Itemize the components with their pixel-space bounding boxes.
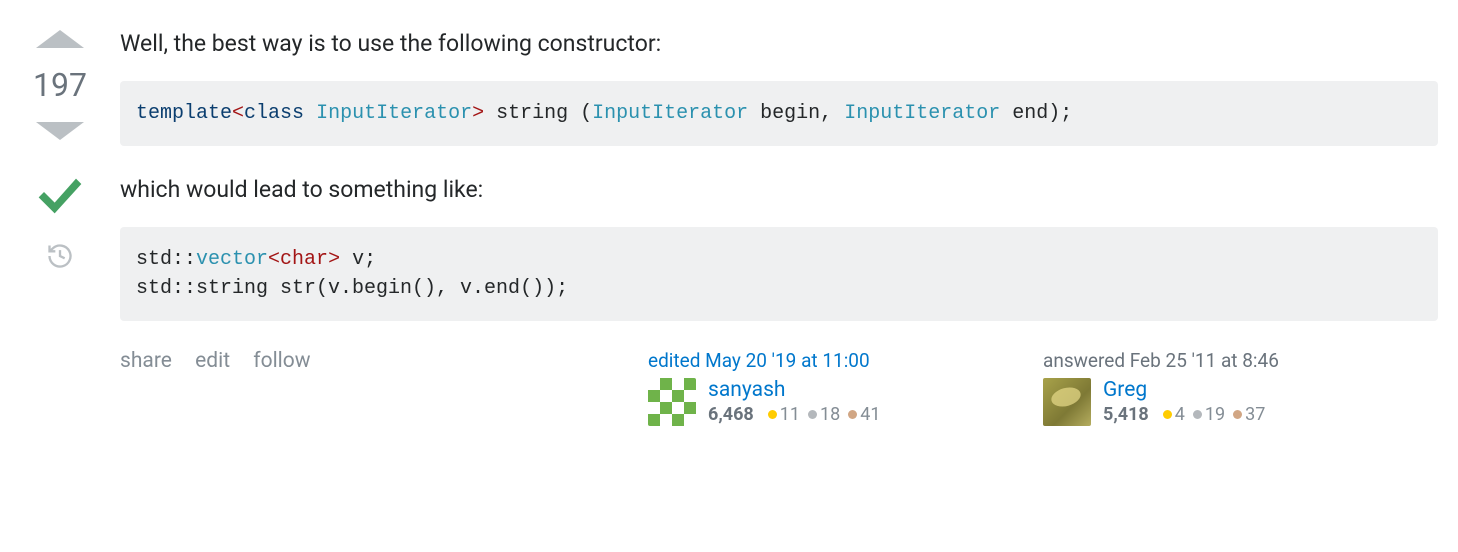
accepted-checkmark-icon bbox=[36, 168, 84, 220]
code-text: string ( bbox=[484, 102, 592, 125]
code-text: v; bbox=[340, 248, 376, 271]
code-type: vector bbox=[196, 248, 268, 271]
code-symbol: > bbox=[472, 102, 484, 125]
silver-badge-count: 19 bbox=[1205, 404, 1225, 425]
avatar[interactable] bbox=[648, 378, 696, 426]
gold-badge-count: 11 bbox=[780, 404, 800, 425]
user-stats: 5,418 4 19 37 bbox=[1103, 404, 1265, 425]
code-symbol: > bbox=[328, 248, 340, 271]
user-name-link[interactable]: sanyash bbox=[708, 378, 880, 402]
editor-card: edited May 20 '19 at 11:00 sanyash 6,468… bbox=[648, 349, 1043, 426]
code-text: std:: bbox=[136, 248, 196, 271]
bronze-badge-icon bbox=[848, 410, 857, 419]
user-stats: 6,468 11 18 41 bbox=[708, 404, 880, 425]
reputation: 5,418 bbox=[1103, 404, 1149, 425]
code-type: char bbox=[280, 248, 328, 271]
answer-body: Well, the best way is to use the followi… bbox=[120, 20, 1438, 426]
downvote-button[interactable] bbox=[36, 122, 84, 140]
post-actions: share edit follow bbox=[120, 349, 648, 373]
code-text bbox=[304, 102, 316, 125]
paragraph: which would lead to something like: bbox=[120, 174, 1438, 205]
bronze-badge-count: 41 bbox=[860, 404, 880, 425]
follow-link[interactable]: follow bbox=[253, 349, 310, 373]
post-footer: share edit follow edited May 20 '19 at 1… bbox=[120, 349, 1438, 426]
code-symbol: < bbox=[232, 102, 244, 125]
share-link[interactable]: share bbox=[120, 349, 172, 373]
vote-score: 197 bbox=[33, 66, 87, 104]
gold-badge-icon bbox=[768, 410, 777, 419]
history-icon[interactable] bbox=[46, 242, 74, 274]
answered-timestamp: answered Feb 25 '11 at 8:46 bbox=[1043, 349, 1438, 372]
edit-link[interactable]: edit bbox=[195, 349, 230, 373]
code-type: InputIterator bbox=[592, 102, 748, 125]
code-type: InputIterator bbox=[316, 102, 472, 125]
code-block: template<class InputIterator> string (In… bbox=[120, 81, 1438, 146]
user-name-link[interactable]: Greg bbox=[1103, 378, 1265, 402]
reputation: 6,468 bbox=[708, 404, 754, 425]
answerer-card: answered Feb 25 '11 at 8:46 Greg 5,418 4… bbox=[1043, 349, 1438, 426]
answer-post: 197 Well, the best way is to use the fol… bbox=[0, 0, 1458, 446]
gold-badge-count: 4 bbox=[1175, 404, 1185, 425]
code-block: std::vector<char> v; std::string str(v.b… bbox=[120, 227, 1438, 321]
code-text: end); bbox=[1000, 102, 1072, 125]
gold-badge-icon bbox=[1163, 410, 1172, 419]
edited-timestamp[interactable]: edited May 20 '19 at 11:00 bbox=[648, 349, 1043, 372]
vote-column: 197 bbox=[0, 20, 120, 426]
upvote-button[interactable] bbox=[36, 30, 84, 48]
code-keyword: class bbox=[244, 102, 304, 125]
silver-badge-count: 18 bbox=[820, 404, 840, 425]
silver-badge-icon bbox=[808, 410, 817, 419]
paragraph: Well, the best way is to use the followi… bbox=[120, 28, 1438, 59]
code-keyword: template bbox=[136, 102, 232, 125]
silver-badge-icon bbox=[1193, 410, 1202, 419]
avatar[interactable] bbox=[1043, 378, 1091, 426]
code-type: InputIterator bbox=[844, 102, 1000, 125]
code-text: begin, bbox=[748, 102, 844, 125]
bronze-badge-count: 37 bbox=[1245, 404, 1265, 425]
code-text: std::string str(v.begin(), v.end()); bbox=[136, 277, 568, 300]
code-symbol: < bbox=[268, 248, 280, 271]
bronze-badge-icon bbox=[1233, 410, 1242, 419]
